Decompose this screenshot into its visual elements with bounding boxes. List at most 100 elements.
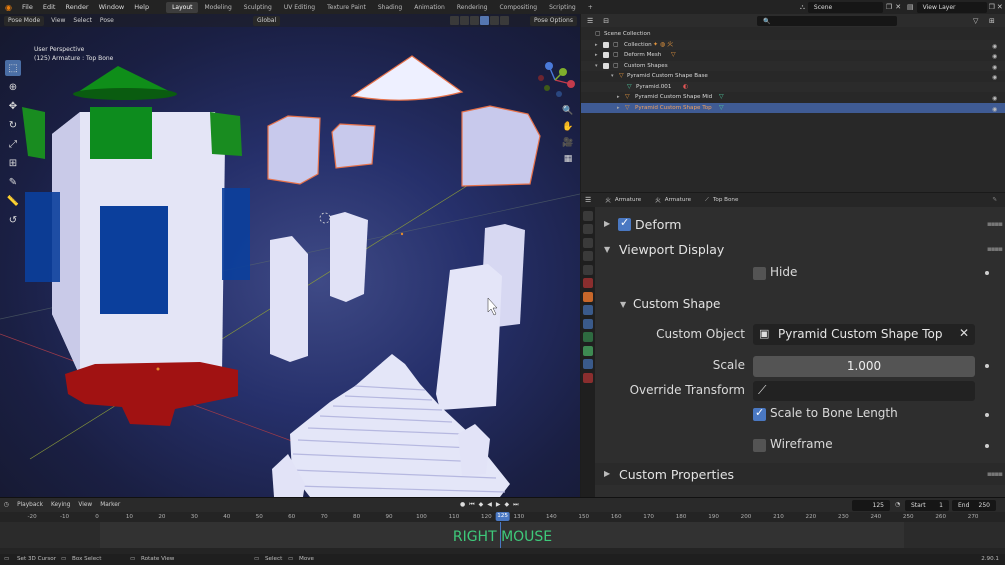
close-icon[interactable]: ✕ bbox=[997, 3, 1003, 11]
menu-keying[interactable]: Keying bbox=[47, 502, 74, 508]
3d-viewport[interactable]: Pose Mode View Select Pose Global Pose O… bbox=[0, 14, 580, 497]
outliner-row-deform-mesh[interactable]: ▸ ▢ Deform Mesh ▽ ◉ bbox=[581, 50, 1005, 61]
measure-icon[interactable]: 📏 bbox=[5, 193, 21, 209]
current-frame-badge[interactable]: 125 bbox=[495, 512, 510, 521]
tab-modeling[interactable]: Modeling bbox=[198, 2, 237, 13]
object-tab-icon[interactable] bbox=[583, 291, 593, 302]
pan-hand-icon[interactable]: ✋ bbox=[562, 122, 574, 134]
bone-constraint-tab-icon[interactable] bbox=[583, 359, 593, 369]
menu-view[interactable]: View bbox=[47, 16, 69, 26]
close-icon[interactable]: ✕ bbox=[895, 3, 901, 11]
collapse-triangle-icon[interactable]: ▼ bbox=[604, 245, 610, 254]
editor-type-icon[interactable]: ◷ bbox=[0, 502, 13, 508]
navigation-gizmo[interactable] bbox=[533, 58, 577, 102]
jump-end-icon[interactable]: ⏭ bbox=[513, 501, 518, 509]
scale-to-bone-length-checkbox[interactable] bbox=[753, 406, 766, 421]
eye-icon[interactable]: ◉ bbox=[992, 52, 999, 60]
tool-tab-icon[interactable] bbox=[583, 210, 593, 221]
scene-selector[interactable]: ⛬ Scene ❐ ✕ bbox=[800, 1, 901, 13]
transform-icon[interactable]: ⊞ bbox=[5, 155, 21, 171]
rendered-shading-icon[interactable] bbox=[500, 16, 509, 25]
outliner-row-custom-shapes[interactable]: ▾ ▢ Custom Shapes ◉ bbox=[581, 60, 1005, 72]
keyframe-dot[interactable] bbox=[985, 413, 989, 417]
filter-icon[interactable]: ▽ bbox=[973, 17, 978, 25]
copy-icon[interactable]: ❐ bbox=[886, 3, 892, 11]
texture-tab-icon[interactable] bbox=[583, 372, 593, 383]
menu-pose[interactable]: Pose bbox=[96, 16, 118, 26]
custom-shape-panel-title[interactable]: Custom Shape bbox=[633, 297, 720, 311]
play-icon[interactable]: ▶ bbox=[496, 501, 501, 509]
scale-field[interactable]: 1.000 bbox=[753, 356, 975, 377]
exclude-checkbox[interactable] bbox=[603, 52, 609, 59]
deform-checkbox[interactable] bbox=[618, 216, 631, 231]
menu-edit[interactable]: Edit bbox=[38, 3, 61, 11]
view-layer-field[interactable]: View Layer bbox=[916, 1, 987, 13]
custom-properties-panel-title[interactable]: Custom Properties bbox=[619, 467, 734, 482]
play-reverse-icon[interactable]: ◀ bbox=[487, 501, 492, 509]
outliner-row-pyramid-top[interactable]: ▸ ▽ Pyramid Custom Shape Top ▽ ◉ bbox=[581, 102, 1005, 114]
move-icon[interactable]: ✥ bbox=[5, 98, 21, 114]
menu-file[interactable]: File bbox=[17, 3, 38, 11]
xray-icon[interactable] bbox=[460, 16, 469, 25]
bone-tab-icon[interactable] bbox=[583, 345, 593, 356]
keyframe-dot[interactable] bbox=[985, 364, 989, 368]
custom-properties-header[interactable]: ▶ Custom Properties ▪▪▪▪ bbox=[595, 463, 1005, 485]
end-frame-field[interactable]: End 250 bbox=[952, 500, 996, 511]
scene-name-field[interactable]: Scene bbox=[807, 1, 883, 13]
copy-icon[interactable]: ❐ bbox=[989, 3, 995, 11]
view-layer-tab-icon[interactable] bbox=[583, 251, 593, 261]
menu-view[interactable]: View bbox=[74, 502, 96, 508]
collapse-triangle-icon[interactable]: ▾ bbox=[595, 61, 598, 72]
zoom-icon[interactable]: 🔍 bbox=[562, 106, 574, 118]
drag-handle-icon[interactable]: ▪▪▪▪ bbox=[987, 220, 1003, 228]
tab-layout[interactable]: Layout bbox=[166, 1, 199, 13]
orientation-dropdown[interactable]: Global bbox=[253, 15, 281, 26]
keyframe-dot[interactable] bbox=[985, 271, 989, 275]
menu-help[interactable]: Help bbox=[129, 3, 154, 11]
annotate-icon[interactable]: ✎ bbox=[5, 174, 21, 190]
expand-triangle-icon[interactable]: ▶ bbox=[604, 219, 610, 228]
menu-render[interactable]: Render bbox=[60, 3, 93, 11]
jump-start-icon[interactable]: ⏮ bbox=[469, 501, 474, 509]
eye-icon[interactable]: ◉ bbox=[992, 94, 999, 102]
modifier-tab-icon[interactable] bbox=[583, 305, 593, 315]
menu-playback[interactable]: Playback bbox=[13, 502, 47, 508]
mode-selector[interactable]: Pose Mode bbox=[4, 15, 45, 26]
material-shading-icon[interactable] bbox=[490, 16, 499, 25]
tab-sculpting[interactable]: Sculpting bbox=[238, 2, 278, 13]
tab-shading[interactable]: Shading bbox=[372, 2, 408, 13]
new-collection-icon[interactable]: ⊞ bbox=[989, 17, 995, 25]
current-frame-field[interactable]: 125 bbox=[852, 500, 890, 511]
override-transform-field[interactable]: ⟋ bbox=[753, 381, 975, 401]
grid-view-icon[interactable]: ▦ bbox=[562, 154, 574, 166]
pin-icon[interactable]: ✎ bbox=[992, 197, 997, 203]
solid-shading-icon[interactable] bbox=[480, 16, 489, 25]
expand-triangle-icon[interactable]: ▸ bbox=[595, 50, 598, 61]
overlay-icon[interactable] bbox=[450, 16, 459, 25]
world-tab-icon[interactable] bbox=[583, 278, 593, 288]
select-box-icon[interactable]: ⬚ bbox=[5, 60, 21, 76]
scale-icon[interactable]: ⤢ bbox=[5, 136, 21, 152]
outliner-row-pyramid-mid[interactable]: ▸ ▽ Pyramid Custom Shape Mid ▽ ◉ bbox=[581, 92, 1005, 103]
tab-uv-editing[interactable]: UV Editing bbox=[278, 2, 321, 13]
tab-animation[interactable]: Animation bbox=[408, 2, 451, 13]
add-workspace-icon[interactable]: + bbox=[582, 2, 599, 13]
collapse-triangle-icon[interactable]: ▼ bbox=[620, 300, 626, 309]
next-keyframe-icon[interactable]: ◆ bbox=[505, 501, 510, 509]
camera-icon[interactable]: 🎥 bbox=[562, 138, 574, 150]
menu-marker[interactable]: Marker bbox=[96, 502, 124, 508]
cursor-icon[interactable]: ⊕ bbox=[5, 79, 21, 95]
exclude-checkbox[interactable] bbox=[603, 41, 609, 48]
outliner-row-collection[interactable]: ▸ ▢ Collection ✦ ◍ ⽕ ◉ bbox=[581, 39, 1005, 51]
wireframe-checkbox[interactable] bbox=[753, 439, 766, 452]
tab-compositing[interactable]: Compositing bbox=[493, 2, 543, 13]
expand-triangle-icon[interactable]: ▸ bbox=[617, 103, 620, 114]
tab-rendering[interactable]: Rendering bbox=[451, 2, 494, 13]
physics-tab-icon[interactable] bbox=[583, 318, 593, 329]
expand-triangle-icon[interactable]: ▸ bbox=[595, 40, 598, 51]
output-tab-icon[interactable] bbox=[583, 237, 593, 248]
outliner-search-input[interactable]: 🔍 bbox=[757, 15, 897, 26]
pose-options-dropdown[interactable]: Pose Options bbox=[530, 15, 577, 26]
prev-keyframe-icon[interactable]: ◆ bbox=[479, 501, 484, 509]
constraint-tab-icon[interactable] bbox=[583, 332, 593, 342]
